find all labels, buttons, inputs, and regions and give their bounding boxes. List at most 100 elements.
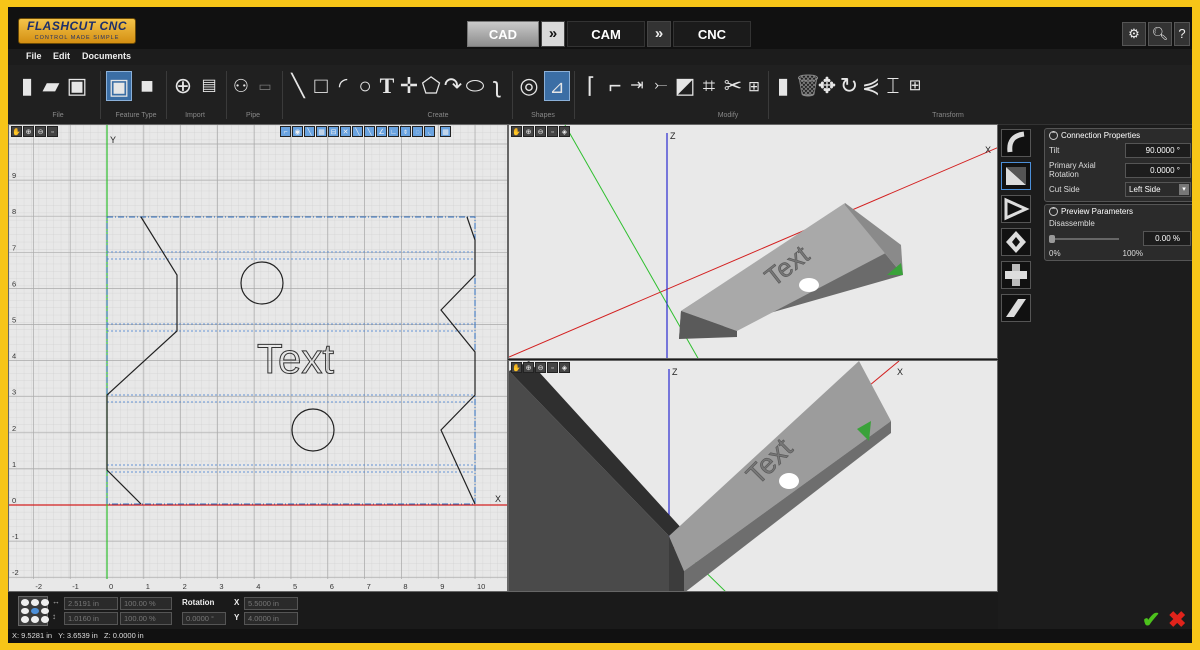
pipe-profile-icon[interactable]: ▭ (254, 71, 276, 101)
zoom-window-icon[interactable]: ▫ (47, 126, 58, 137)
feature-solid-icon[interactable]: ▣ (106, 71, 132, 101)
feature-sheet-icon[interactable]: ■ (134, 71, 160, 101)
snap-endpoint-icon[interactable]: ⌐ (280, 126, 291, 137)
pan-icon[interactable]: ✋ (511, 126, 522, 137)
cluster-view-icon[interactable] (1001, 228, 1031, 256)
settings-gear-icon[interactable]: ⚙ (1122, 22, 1146, 46)
grid-toggle-icon[interactable]: ▦ (440, 126, 451, 137)
array-icon[interactable]: ⊞ (904, 71, 926, 101)
pan-icon[interactable]: ✋ (511, 362, 522, 373)
view-cube-icon[interactable]: ◈ (559, 126, 570, 137)
engraved-text[interactable]: Text (257, 335, 335, 383)
rotation-input[interactable]: 0.0000 ° (1125, 162, 1191, 178)
trim-icon[interactable]: ⤚ (650, 71, 672, 101)
zoom-icon[interactable]: ⊕ (523, 362, 534, 373)
width-input[interactable]: 2.5191 in (64, 597, 118, 610)
mode-cam-button[interactable]: CAM (567, 21, 645, 47)
shape-target-icon[interactable]: ◎ (516, 71, 542, 101)
flat-view-icon[interactable] (1001, 294, 1031, 322)
x-position-input[interactable]: 5.5000 in (244, 597, 298, 610)
3d-top-canvas[interactable]: Z X Text (509, 125, 998, 359)
menu-documents[interactable]: Documents (82, 51, 131, 61)
mirror-icon[interactable]: ⋞ (860, 71, 882, 101)
rotate-icon[interactable]: ↻ (838, 71, 860, 101)
snap-quad-icon[interactable]: ⌽ (400, 126, 411, 137)
copy-icon[interactable]: ▮ (772, 71, 794, 101)
delete-trash-icon[interactable]: 🗑︎ (794, 71, 822, 101)
view-cube-icon[interactable]: ◈ (559, 362, 570, 373)
snap-near-icon[interactable]: ╲ (364, 126, 375, 137)
zoom-window-icon[interactable]: ▫ (547, 126, 558, 137)
snap-arc-icon[interactable]: ◌ (412, 126, 423, 137)
snap-curve-icon[interactable]: ◟ (424, 126, 435, 137)
save-icon[interactable]: ▣ (64, 71, 90, 101)
snap-center-icon[interactable]: ◉ (292, 126, 303, 137)
zoom-fit-icon[interactable]: ⊖ (535, 362, 546, 373)
import-globe-icon[interactable]: ⊕ (170, 71, 196, 101)
join-icon[interactable]: ⊞ (744, 71, 764, 101)
mode-cnc-button[interactable]: CNC (673, 21, 751, 47)
snap-grid-icon[interactable]: ▦ (316, 126, 327, 137)
pan-icon[interactable]: ✋ (11, 126, 22, 137)
import-dxf-icon[interactable]: ▤ (198, 71, 220, 101)
mode-cad-button[interactable]: CAD (467, 21, 539, 47)
rectangle-tool-icon[interactable]: □ (310, 71, 332, 101)
extend-icon[interactable]: ⇥ (626, 71, 648, 101)
slider-thumb[interactable] (1049, 234, 1055, 243)
circle-tool-icon[interactable]: ○ (354, 71, 376, 101)
line-tool-icon[interactable]: ╲ (288, 71, 308, 101)
zoom-icon[interactable]: ⊕ (23, 126, 34, 137)
snap-perp-icon[interactable]: ∟ (388, 126, 399, 137)
height-input[interactable]: 1.0160 in (64, 612, 118, 625)
arc-tool-icon[interactable]: ◜ (332, 71, 354, 101)
scale-icon[interactable]: ⌶ (882, 71, 904, 101)
cross-view-icon[interactable] (1001, 261, 1031, 289)
collapse-icon[interactable]: ⌃ (1049, 131, 1058, 140)
move-icon[interactable]: ✥ (816, 71, 838, 101)
collapse-icon[interactable]: ⌃ (1049, 207, 1058, 216)
height-percent-input[interactable]: 100.00 % (120, 612, 172, 625)
3d-view-top[interactable]: Z X Text ✋ ⊕ ⊖ ▫ ◈ (508, 124, 998, 359)
pipe-connect-icon[interactable]: ⚇ (230, 71, 252, 101)
chamfer-icon[interactable]: ⌐ (604, 71, 626, 101)
bent-pipe-view-icon[interactable] (1001, 129, 1031, 157)
search-icon[interactable]: 🔍︎ (1148, 22, 1172, 46)
cad-2d-canvas[interactable]: Y X Text -2 -1 0 1 2 3 4 5 6 7 8 9 10 9876543210-1-2 (9, 125, 508, 592)
break-icon[interactable]: ⌗ (698, 71, 720, 101)
width-percent-input[interactable]: 100.00 % (120, 597, 172, 610)
zoom-window-icon[interactable]: ▫ (547, 362, 558, 373)
point-tool-icon[interactable]: ✛ (398, 71, 420, 101)
anchor-grid-icon[interactable] (18, 596, 49, 626)
new-file-icon[interactable]: ▮ (16, 71, 38, 101)
cut-side-select[interactable]: Left Side ▾ (1125, 182, 1191, 197)
fold-view-icon[interactable] (1001, 195, 1031, 223)
disassemble-slider[interactable] (1049, 234, 1119, 244)
snap-intersect-icon[interactable]: ✕ (340, 126, 351, 137)
help-icon[interactable]: ? (1174, 22, 1190, 46)
cad-2d-viewport[interactable]: Y X Text -2 -1 0 1 2 3 4 5 6 7 8 9 10 9 8 7 6 5 4 3 2 1 0 -1 -2… (8, 124, 508, 592)
snap-mid-icon[interactable]: ⊟ (328, 126, 339, 137)
corner-view-icon[interactable] (1001, 162, 1031, 190)
snap-tangent-icon[interactable]: ╲ (352, 126, 363, 137)
3d-bottom-canvas[interactable]: Z X Y Text (509, 361, 998, 592)
open-folder-icon[interactable]: ▰ (38, 71, 64, 101)
menu-file[interactable]: File (26, 51, 42, 61)
y-position-input[interactable]: 4.0000 in (244, 612, 298, 625)
fillet-icon[interactable]: ⌈ (580, 71, 602, 101)
menu-edit[interactable]: Edit (53, 51, 70, 61)
explode-icon[interactable]: ✂ (722, 71, 744, 101)
freeform-tool-icon[interactable]: ʅ (486, 71, 508, 101)
ellipse-tool-icon[interactable]: ⬭ (464, 71, 486, 101)
rotation-input[interactable]: 0.0000 ° (182, 612, 226, 625)
text-tool-icon[interactable]: T (376, 71, 398, 101)
shape-tube-icon[interactable]: ⊿ (544, 71, 570, 101)
zoom-icon[interactable]: ⊕ (523, 126, 534, 137)
snap-angle-icon[interactable]: ∠ (376, 126, 387, 137)
spline-tool-icon[interactable]: ↷ (442, 71, 464, 101)
zoom-fit-icon[interactable]: ⊖ (535, 126, 546, 137)
chevron-down-icon[interactable]: ▾ (1179, 184, 1189, 195)
snap-line-icon[interactable]: ╲ (304, 126, 315, 137)
disassemble-input[interactable]: 0.00 % (1143, 231, 1191, 246)
offset-icon[interactable]: ◩ (674, 71, 696, 101)
polygon-tool-icon[interactable]: ⬠ (420, 71, 442, 101)
